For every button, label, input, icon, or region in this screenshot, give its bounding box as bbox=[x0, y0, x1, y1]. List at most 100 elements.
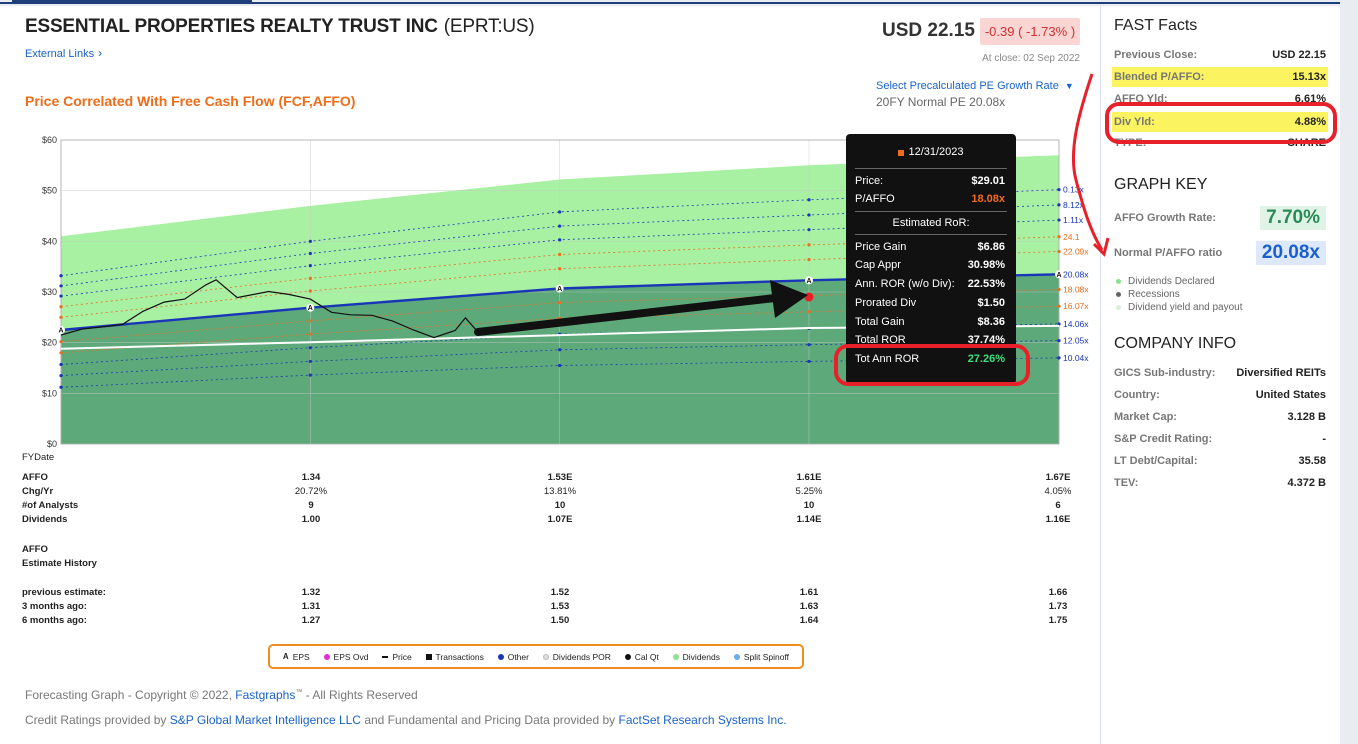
graph-key-item: Dividend yield and payout bbox=[1116, 302, 1243, 313]
pe-multiple-point bbox=[1057, 287, 1061, 292]
pe-growth-select[interactable]: Select Precalculated PE Growth Rate ▼ bbox=[876, 80, 1074, 92]
legend-dot-icon bbox=[497, 653, 504, 660]
fy-row-value: 1.34 bbox=[301, 472, 321, 483]
y-tick-label: $0 bbox=[47, 439, 57, 449]
rights-text: - All Rights Reserved bbox=[305, 688, 418, 702]
tooltip-date-marker bbox=[898, 150, 905, 156]
pe-multiple-point bbox=[558, 252, 562, 257]
fy-row-value: 10 bbox=[803, 500, 815, 511]
fy-row-value: 1.67E bbox=[1045, 472, 1071, 483]
pe-multiple-point bbox=[558, 210, 562, 214]
pe-multiple-point bbox=[807, 343, 811, 347]
price-change-badge: -0.39 ( -1.73% ) bbox=[980, 18, 1080, 45]
tooltip-row: Ann. ROR (w/o Div): 22.53% bbox=[855, 278, 1005, 290]
pe-multiple-point bbox=[308, 346, 312, 350]
history-row-value: 1.66 bbox=[1048, 587, 1068, 598]
factset-link[interactable]: FactSet Research Systems Inc. bbox=[618, 713, 786, 727]
graph-key-item-label: Recessions bbox=[1128, 289, 1180, 300]
legend-item[interactable]: Split Spinoff bbox=[733, 652, 789, 662]
fy-row-value: 1.53E bbox=[547, 472, 573, 483]
sp-global-link[interactable]: S&P Global Market Intelligence LLC bbox=[170, 713, 361, 727]
history-title: AFFO bbox=[22, 544, 48, 555]
credits-line: Credit Ratings provided by S&P Global Ma… bbox=[25, 713, 787, 727]
graph-key-item-label: Dividend yield and payout bbox=[1128, 302, 1243, 313]
pe-multiple-label: 14.06x bbox=[1063, 319, 1089, 329]
fy-row-value: 20.72% bbox=[294, 486, 328, 497]
fy-row-label: Chg/Yr bbox=[22, 486, 54, 497]
company-info-value: 4.372 B bbox=[1287, 477, 1326, 489]
tooltip-row-label: Ann. ROR (w/o Div): bbox=[855, 278, 955, 290]
pe-multiple-point bbox=[807, 257, 811, 262]
active-tab-indicator bbox=[12, 0, 252, 4]
history-row-value: 1.52 bbox=[550, 587, 570, 598]
legend-item[interactable]: A EPS bbox=[283, 652, 310, 662]
legend-dot-icon bbox=[624, 653, 631, 660]
pe-multiple-point bbox=[807, 213, 811, 217]
company-info-title: COMPANY INFO bbox=[1114, 335, 1237, 352]
pe-multiple-point bbox=[308, 251, 312, 256]
tooltip-row-label: Total Gain bbox=[855, 316, 905, 328]
legend-item[interactable]: Dividends POR bbox=[542, 652, 611, 662]
annotation-arrow-path bbox=[1071, 73, 1104, 251]
pe-multiple-point bbox=[308, 373, 312, 377]
fy-row-value: 1.16E bbox=[1045, 514, 1071, 525]
annotation-circle bbox=[834, 344, 1030, 386]
history-row-label: previous estimate: bbox=[22, 587, 106, 598]
pe-multiple-point bbox=[558, 363, 562, 368]
pe-multiple-point bbox=[59, 315, 63, 319]
tooltip-divider bbox=[855, 234, 1007, 235]
external-links-label: External Links bbox=[25, 48, 95, 60]
history-row-value: 1.75 bbox=[1048, 615, 1068, 626]
pe-multiple-point bbox=[1057, 356, 1061, 360]
yield-dot-icon bbox=[1116, 305, 1121, 310]
pe-multiple-point bbox=[59, 294, 63, 298]
legend-item[interactable]: Dividends bbox=[672, 652, 720, 662]
company-info-row: TEV: 4.372 B bbox=[1114, 477, 1326, 489]
company-info-value: Diversified REITs bbox=[1236, 367, 1326, 379]
legend-item[interactable]: Transactions bbox=[425, 652, 484, 662]
legend-item[interactable]: EPS Ovd bbox=[323, 652, 369, 662]
fy-row-value: 1.61E bbox=[796, 472, 822, 483]
pe-multiple-label: 16.07x bbox=[1063, 301, 1089, 311]
legend-label: Other bbox=[507, 651, 529, 662]
pe-multiple-point bbox=[558, 348, 562, 352]
at-close-timestamp: At close: 02 Sep 2022 bbox=[982, 53, 1080, 64]
eps-marker-label: A bbox=[1056, 272, 1061, 279]
ticker-symbol: (EPRT:US) bbox=[443, 16, 535, 37]
company-info-row: Market Cap: 3.128 B bbox=[1114, 411, 1326, 423]
external-links-button[interactable]: External Links › bbox=[25, 46, 102, 60]
legend-item[interactable]: Other bbox=[497, 651, 529, 662]
pe-growth-select-label: Select Precalculated PE Growth Rate bbox=[876, 80, 1059, 92]
legend-item[interactable]: Price bbox=[382, 651, 412, 662]
history-row-label: 3 months ago: bbox=[22, 601, 87, 612]
company-info-value: 3.128 B bbox=[1287, 411, 1326, 423]
legend-label: Price bbox=[392, 651, 412, 662]
current-price: USD 22.15 bbox=[882, 20, 975, 41]
pe-multiple-point bbox=[558, 238, 562, 242]
tooltip-target-point[interactable] bbox=[804, 292, 814, 302]
fastgraphs-link[interactable]: Fastgraphs bbox=[235, 688, 295, 702]
pe-multiple-label: 12.05x bbox=[1063, 336, 1089, 346]
history-row-label: 6 months ago: bbox=[22, 615, 87, 626]
normal-ratio-row: Normal P/AFFO ratio 20.08x bbox=[1114, 241, 1326, 265]
pe-multiple-point bbox=[308, 289, 312, 293]
pe-multiple-label: 10.04x bbox=[1063, 353, 1089, 363]
pe-multiple-point bbox=[59, 362, 63, 367]
tooltip-paffo-value: 18.08x bbox=[971, 193, 1005, 205]
fast-fact-label: Previous Close: bbox=[1114, 49, 1198, 61]
history-row-value: 1.73 bbox=[1048, 601, 1068, 612]
y-tick-label: $30 bbox=[42, 287, 57, 297]
pe-multiple-point bbox=[59, 374, 63, 378]
history-subtitle: Estimate History bbox=[22, 558, 97, 569]
pe-multiple-point bbox=[807, 228, 811, 232]
sidebar: FAST Facts Previous Close: USD 22.15 Blen… bbox=[1100, 6, 1340, 744]
pe-multiple-point bbox=[308, 276, 312, 280]
legend-item[interactable]: Cal Qt bbox=[624, 652, 659, 662]
company-info-label: TEV: bbox=[1114, 477, 1139, 489]
tooltip-row-value: $8.36 bbox=[977, 316, 1005, 328]
pe-multiple-point bbox=[807, 310, 811, 314]
tooltip-paffo-label: P/AFFO bbox=[855, 193, 895, 205]
pe-multiple-point bbox=[59, 351, 63, 355]
growth-rate-row: AFFO Growth Rate: 7.70% bbox=[1114, 206, 1326, 230]
history-row-value: 1.32 bbox=[301, 587, 321, 598]
